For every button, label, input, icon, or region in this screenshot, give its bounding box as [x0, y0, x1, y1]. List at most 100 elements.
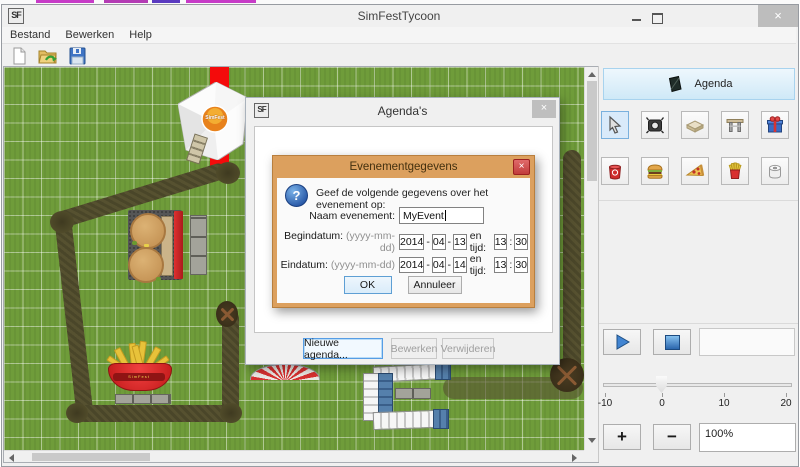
tool-gift-shop[interactable]: [761, 111, 789, 139]
vertical-scroll-thumb[interactable]: [587, 81, 597, 181]
event-dialog-body: ? Geef de volgende gegevens over het eve…: [277, 178, 530, 303]
event-name-input[interactable]: MyEvent: [399, 207, 484, 224]
tool-toilet[interactable]: [761, 157, 789, 185]
menu-bestand[interactable]: Bestand: [10, 29, 50, 41]
event-dialog-close-button[interactable]: ×: [513, 159, 530, 175]
bench[interactable]: [395, 388, 431, 399]
date-format-hint: (yyyy-mm-dd): [331, 259, 395, 271]
help-icon: ?: [285, 184, 308, 207]
maximize-button[interactable]: [652, 13, 663, 24]
tool-select-cursor[interactable]: [601, 111, 629, 139]
agenda-button-label: Agenda: [695, 78, 733, 90]
burger-stand-frame: [174, 211, 183, 279]
cancel-button[interactable]: Annuleer: [408, 276, 462, 294]
scroll-right-icon[interactable]: [572, 454, 577, 462]
end-year-input[interactable]: 2014: [399, 257, 424, 273]
agenda-icon: [666, 75, 683, 93]
end-day-input[interactable]: 14: [453, 257, 467, 273]
zoom-level-input[interactable]: 100%: [699, 423, 796, 452]
menu-bewerken[interactable]: Bewerken: [65, 29, 114, 41]
tool-entrance-gate[interactable]: [721, 111, 749, 139]
new-file-icon[interactable]: [7, 45, 31, 67]
path-east: [563, 150, 581, 380]
path-corner: [220, 403, 242, 423]
bench[interactable]: [115, 394, 171, 404]
time-label: en tijd:: [470, 253, 491, 277]
start-minute-input[interactable]: 30: [514, 234, 528, 250]
date-format-hint: (yyyy-mm-dd): [346, 230, 395, 254]
event-dialog: Evenementgegevens × ? Geef de volgende g…: [272, 155, 535, 308]
new-agenda-button[interactable]: Nieuwe agenda...: [303, 338, 383, 359]
menu-help[interactable]: Help: [129, 29, 152, 41]
fries-icon: [725, 161, 745, 181]
end-date-label: Eindatum: (yyyy-mm-dd): [277, 259, 395, 271]
stop-icon: [665, 335, 680, 350]
dialog-close-button[interactable]: ×: [532, 100, 556, 118]
delete-agenda-button[interactable]: Verwijderen: [442, 338, 494, 359]
slider-label: 20: [774, 398, 798, 409]
start-month-input[interactable]: 04: [432, 234, 446, 250]
dialog-title: Agenda's: [246, 104, 559, 118]
cheese-fleck: [144, 244, 149, 247]
bench[interactable]: [190, 215, 207, 275]
start-hour-input[interactable]: 13: [494, 234, 508, 250]
event-name-value: MyEvent: [403, 210, 444, 222]
side-panel: Agenda -10 0 10: [598, 66, 797, 462]
entrance-gate-icon: [725, 115, 745, 135]
play-icon: [615, 334, 630, 350]
tool-stage-light[interactable]: [641, 111, 669, 139]
end-hour-input[interactable]: 13: [494, 257, 508, 273]
barrier-cap: [433, 409, 449, 429]
start-day-input[interactable]: 13: [453, 234, 467, 250]
toolbar: [2, 45, 800, 67]
date-separator: -: [426, 236, 430, 248]
start-year-input[interactable]: 2014: [399, 234, 424, 250]
close-button[interactable]: ×: [758, 5, 798, 27]
agenda-button[interactable]: Agenda: [603, 68, 795, 100]
slider-tick: [724, 393, 725, 397]
tool-hamburger-stand[interactable]: [641, 157, 669, 185]
open-file-icon[interactable]: [36, 45, 60, 67]
lettuce-fleck: [156, 277, 161, 281]
slider-label: 10: [712, 398, 736, 409]
scroll-left-icon[interactable]: [9, 454, 14, 462]
speed-slider-track[interactable]: [603, 383, 792, 387]
vertical-scrollbar[interactable]: [584, 67, 598, 450]
speed-slider-thumb[interactable]: [656, 376, 667, 393]
trash-can-icon: [605, 161, 625, 181]
save-icon[interactable]: [65, 45, 89, 67]
pizza-icon: [685, 161, 705, 181]
date-separator: -: [448, 259, 452, 271]
main-tent[interactable]: SimFest: [178, 82, 248, 160]
scroll-up-icon[interactable]: [588, 72, 596, 77]
horizontal-scrollbar[interactable]: [4, 450, 584, 462]
scroll-down-icon[interactable]: [588, 438, 596, 443]
date-separator: -: [426, 259, 430, 271]
minimize-button[interactable]: [632, 19, 641, 21]
tool-pizza-stand[interactable]: [681, 157, 709, 185]
end-month-input[interactable]: 04: [432, 257, 446, 273]
tree: [216, 301, 238, 327]
stage-light-icon: [645, 115, 665, 135]
menu-bar: Bestand Bewerken Help: [2, 27, 796, 44]
text-caret: [445, 210, 446, 221]
edit-agenda-button[interactable]: Bewerken: [391, 338, 437, 359]
horizontal-scroll-thumb[interactable]: [32, 453, 150, 461]
zoom-in-button[interactable]: +: [603, 424, 641, 450]
striped-canopy: [250, 364, 320, 380]
panel-divider: [599, 200, 798, 201]
tool-fries-stand[interactable]: [721, 157, 749, 185]
time-separator: :: [509, 236, 512, 248]
tool-stage-platform[interactable]: [681, 111, 709, 139]
stop-button[interactable]: [653, 329, 691, 355]
play-button[interactable]: [603, 329, 641, 355]
slider-tick: [605, 393, 606, 397]
title-bar[interactable]: SF SimFestTycoon ×: [2, 5, 796, 27]
ok-button[interactable]: OK: [344, 276, 392, 294]
path-corner: [66, 403, 88, 423]
zoom-out-button[interactable]: −: [653, 424, 691, 450]
path-bottom: [68, 405, 240, 422]
end-minute-input[interactable]: 30: [514, 257, 528, 273]
time-separator: :: [509, 259, 512, 271]
tool-trash-can[interactable]: [601, 157, 629, 185]
